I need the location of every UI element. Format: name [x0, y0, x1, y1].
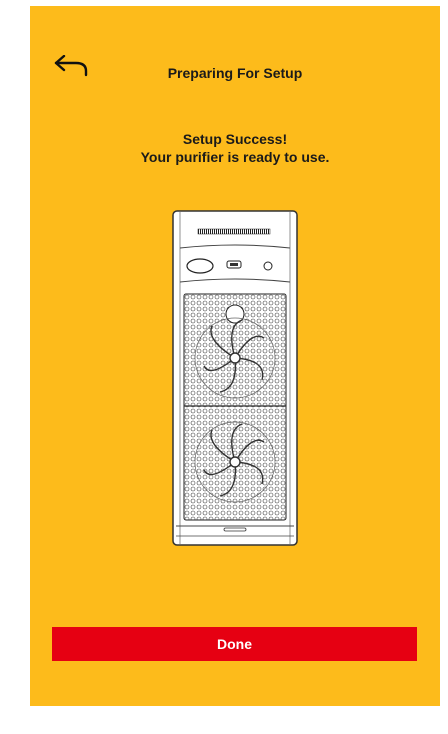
- purifier-illustration: [172, 210, 298, 546]
- done-button[interactable]: Done: [52, 627, 417, 661]
- status-subtitle: Your purifier is ready to use.: [140, 149, 330, 165]
- status-message: Setup Success! Your purifier is ready to…: [30, 130, 440, 166]
- status-title: Setup Success!: [182, 131, 288, 147]
- page-title: Preparing For Setup: [167, 65, 303, 81]
- setup-screen: Preparing For Setup Setup Success! Your …: [30, 6, 440, 706]
